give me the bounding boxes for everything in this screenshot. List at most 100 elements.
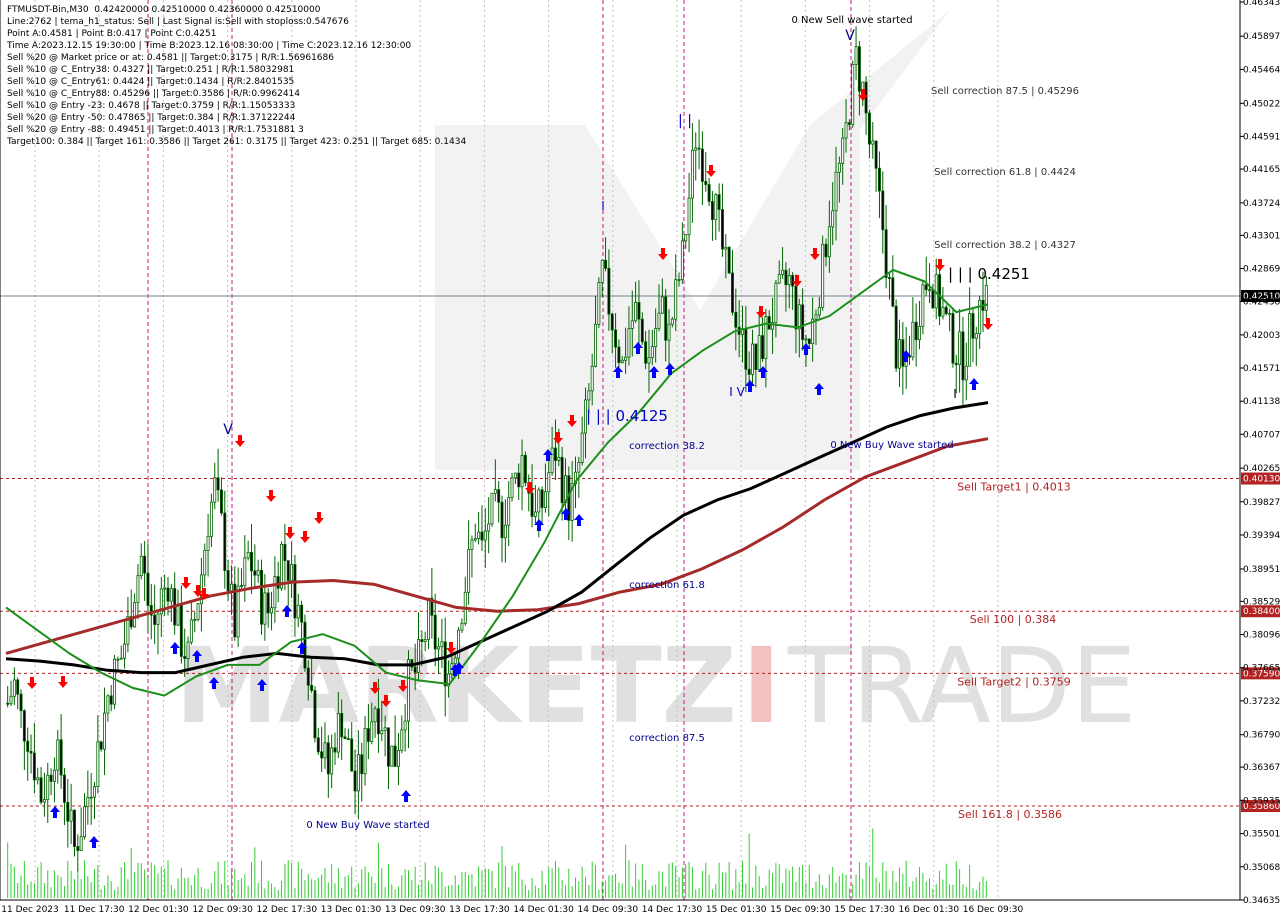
correction-382: correction 38.2: [629, 441, 705, 452]
candle-body: [894, 305, 898, 369]
candle-body: [751, 343, 754, 375]
candle-body: [316, 737, 320, 753]
candle-body: [827, 226, 831, 258]
level-label: Sell 161.8 | 0.3586: [958, 808, 1062, 821]
candle-body: [961, 331, 965, 381]
x-tick-label: 12 Dec 17:30: [257, 905, 318, 915]
chart-root: MARKETZ I TRADE 0.42510 Sell Target1 | 0.4…: [0, 0, 1280, 920]
candle-body: [547, 472, 551, 493]
candle-body: [553, 447, 557, 461]
candle-body: [958, 331, 962, 366]
candle-body: [817, 306, 821, 316]
wave-marker-iv: I V: [729, 385, 745, 399]
y-tick-label: 0.43301: [1243, 231, 1280, 241]
info-line: Sell %20 @ Entry -50: 0.47865 || Target:…: [7, 113, 296, 123]
y-tick-label: 0.39827: [1243, 498, 1280, 508]
candle-body: [911, 321, 915, 358]
candle-body: [560, 456, 564, 504]
info-line: Sell %10 @ C_Entry88: 0.45296 || Target:…: [7, 89, 301, 99]
candle-body: [797, 304, 801, 330]
candle-body: [390, 745, 394, 767]
candle-body: [12, 679, 16, 697]
candle-body: [914, 321, 918, 341]
candle-body: [32, 752, 36, 781]
candle-body: [29, 750, 33, 754]
candle-body: [717, 194, 721, 210]
candle-body: [881, 190, 885, 231]
candle-body: [837, 162, 841, 173]
candle-body: [423, 638, 427, 642]
candle-body: [223, 512, 227, 571]
candle-body: [640, 318, 644, 343]
candle-body: [276, 576, 280, 589]
candle-body: [620, 359, 624, 364]
y-tick-label: 0.42438: [1243, 298, 1280, 308]
candle-body: [59, 739, 63, 776]
x-tick-label: 13 Dec 09:30: [385, 905, 446, 915]
candle-body: [49, 774, 53, 782]
candle-body: [360, 754, 364, 775]
candle-body: [757, 335, 761, 370]
candle-body: [293, 564, 297, 619]
candle-body: [667, 323, 671, 341]
candle-body: [510, 477, 514, 498]
candle-body: [747, 368, 751, 375]
candle-body: [791, 275, 795, 287]
candle-body: [964, 365, 968, 381]
sell-correction-875: Sell correction 87.5 | 0.45296: [931, 86, 1079, 97]
candle-body: [637, 302, 641, 320]
candle-body: [503, 524, 507, 539]
y-tick-label: 0.41571: [1243, 364, 1280, 374]
candle-body: [166, 587, 170, 602]
candle-body: [467, 549, 471, 593]
candle-body: [457, 629, 461, 659]
candle-body: [273, 576, 277, 609]
candle-body: [677, 279, 681, 281]
candle-body: [777, 274, 781, 284]
sell-correction-618: Sell correction 61.8 | 0.4424: [934, 167, 1076, 178]
candle-body: [400, 729, 404, 751]
candle-body: [968, 313, 972, 367]
candle-body: [617, 346, 621, 364]
candle-body: [874, 140, 878, 169]
candle-body: [898, 339, 901, 369]
candle-body: [704, 181, 708, 185]
candle-body: [774, 282, 778, 323]
candle-body: [109, 695, 113, 705]
candle-body: [36, 777, 40, 781]
candle-body: [857, 46, 861, 92]
x-tick-label: 14 Dec 17:30: [642, 905, 703, 915]
correction-618: correction 61.8: [629, 580, 705, 591]
candle-body: [443, 641, 447, 687]
candle-body: [333, 747, 337, 753]
candle-body: [731, 272, 734, 313]
candle-body: [263, 592, 267, 625]
candle-body: [123, 643, 127, 659]
candle-body: [654, 328, 658, 348]
candle-body: [700, 148, 704, 182]
candle-body: [614, 329, 618, 348]
x-tick-label: 12 Dec 01:30: [128, 905, 189, 915]
candle-body: [610, 313, 614, 331]
candle-body: [507, 497, 511, 526]
candle-body: [787, 275, 791, 286]
candle-body: [89, 796, 93, 799]
candle-body: [143, 555, 147, 574]
candle-body: [146, 572, 150, 606]
candle-body: [887, 277, 891, 279]
candle-body: [604, 259, 608, 269]
candle-body: [480, 531, 484, 541]
candle-body: [383, 727, 387, 731]
candle-body: [76, 846, 80, 851]
candle-body: [984, 285, 988, 311]
wave-label-b: | | | 0.4125: [586, 407, 668, 425]
candle-body: [924, 284, 928, 291]
candle-body: [724, 246, 728, 250]
candle-body: [493, 489, 497, 494]
candle-body: [948, 313, 952, 315]
candle-body: [727, 246, 731, 274]
candle-body: [844, 122, 848, 139]
candle-body: [433, 614, 437, 650]
candle-body: [630, 320, 634, 329]
candle-body: [396, 749, 400, 767]
